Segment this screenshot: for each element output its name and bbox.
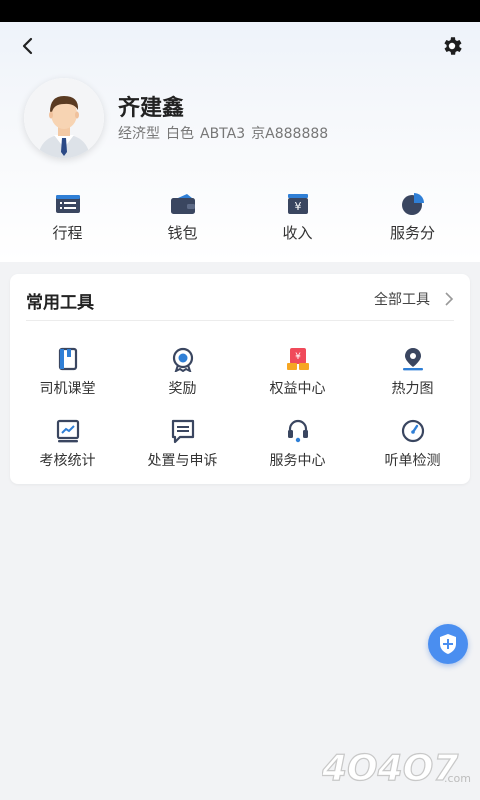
driver-name: 齐建鑫 [118, 96, 185, 121]
all-tools-link[interactable]: 全部工具 [374, 289, 454, 309]
wallet-icon [170, 194, 195, 214]
tool-driver-class[interactable]: 司机课堂 [10, 346, 125, 418]
shield-plus-icon [440, 634, 456, 654]
settings-button[interactable] [440, 34, 464, 58]
tool-label: 奖励 [168, 381, 197, 397]
service-center-icon [287, 419, 308, 443]
tool-label: 权益中心 [269, 381, 326, 397]
vehicle-info: 经济型 白色 ABTA3 京A888888 [118, 123, 334, 143]
status-bar [0, 0, 480, 22]
chevron-right-icon [445, 292, 454, 306]
svg-text:¥: ¥ [294, 200, 301, 213]
add-floating-button[interactable] [428, 624, 468, 664]
car-color: 白色 [166, 126, 194, 142]
reward-icon [172, 347, 193, 372]
quick-item-income[interactable]: ¥ 收入 [240, 192, 355, 252]
tool-assessment-stats[interactable]: 考核统计 [10, 418, 125, 490]
car-type: 经济型 [118, 126, 160, 142]
quick-item-service-score[interactable]: 服务分 [355, 192, 470, 252]
profile-header: 齐建鑫 经济型 白色 ABTA3 京A888888 行程 钱包 ¥ 收入 服务分 [0, 22, 480, 262]
back-button[interactable] [16, 34, 40, 58]
tools-title: 常用工具 [26, 293, 94, 313]
tools-card: 常用工具 全部工具 司机课堂 奖励 ¥ 权益中心 热力图 考核统计 处置与申诉 … [10, 274, 470, 484]
tool-label: 处置与申诉 [147, 453, 218, 469]
tool-label: 热力图 [391, 381, 434, 397]
tool-appeal[interactable]: 处置与申诉 [125, 418, 240, 490]
watermark-text: 4O4O7 [322, 748, 458, 789]
appeal-icon [171, 419, 194, 444]
avatar[interactable] [24, 78, 104, 158]
tool-label: 听单检测 [384, 453, 441, 469]
quick-item-trips[interactable]: 行程 [10, 192, 125, 252]
tool-label: 服务中心 [269, 453, 326, 469]
tool-benefits[interactable]: ¥ 权益中心 [240, 346, 355, 418]
tool-order-check[interactable]: 听单检测 [355, 418, 470, 490]
quick-item-wallet[interactable]: 钱包 [125, 192, 240, 252]
divider [26, 320, 454, 321]
svg-text:¥: ¥ [295, 352, 301, 362]
watermark-logo: 4O4O7 .com [320, 742, 472, 790]
trip-list-icon [55, 195, 80, 213]
service-score-icon [401, 193, 424, 215]
order-check-icon [401, 419, 424, 443]
heatmap-icon [402, 348, 423, 371]
tool-heatmap[interactable]: 热力图 [355, 346, 470, 418]
gear-icon [444, 37, 462, 55]
car-model: ABTA3 [200, 126, 246, 142]
tool-grid: 司机课堂 奖励 ¥ 权益中心 热力图 考核统计 处置与申诉 服务中心 听单检测 [10, 346, 470, 490]
benefits-icon: ¥ [286, 348, 309, 370]
quick-label-service-score: 服务分 [389, 224, 435, 242]
plate-number: 京A888888 [251, 126, 329, 142]
tool-label: 考核统计 [39, 453, 96, 469]
quick-label-wallet: 钱包 [167, 224, 198, 242]
quick-label-income: 收入 [282, 224, 313, 242]
tool-service-center[interactable]: 服务中心 [240, 418, 355, 490]
all-tools-label: 全部工具 [374, 292, 430, 308]
chevron-left-icon [22, 37, 33, 55]
tool-label: 司机课堂 [39, 381, 96, 397]
tool-reward[interactable]: 奖励 [125, 346, 240, 418]
quick-actions: 行程 钱包 ¥ 收入 服务分 [0, 192, 480, 252]
quick-label-trips: 行程 [52, 224, 83, 242]
income-icon: ¥ [287, 194, 308, 214]
driver-avatar-image [24, 78, 104, 158]
assessment-stats-icon [56, 419, 79, 443]
watermark-suffix: .com [444, 772, 471, 785]
driver-class-icon [58, 347, 77, 371]
